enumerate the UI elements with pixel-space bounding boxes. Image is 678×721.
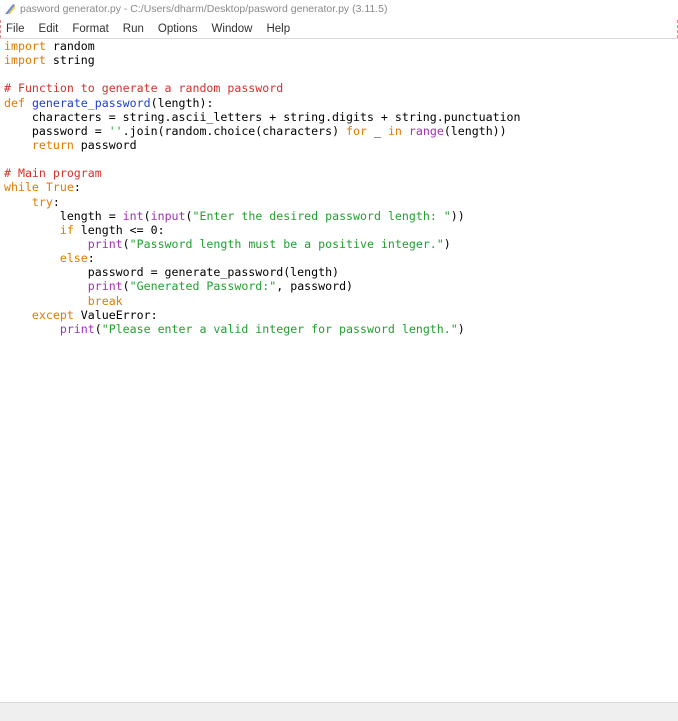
python-feather-icon bbox=[5, 4, 15, 14]
code-token: ( bbox=[143, 208, 151, 223]
code-token: def bbox=[4, 95, 25, 110]
code-token: password = bbox=[4, 123, 109, 138]
window-title: pasword generator.py - C:/Users/dharm/De… bbox=[20, 3, 388, 15]
code-line[interactable]: def generate_password(length): bbox=[4, 96, 521, 110]
code-token: (length): bbox=[150, 95, 214, 110]
menu-window[interactable]: Window bbox=[206, 23, 261, 35]
code-token: input bbox=[150, 208, 186, 223]
code-token: ValueError: bbox=[73, 307, 158, 322]
code-text[interactable]: import random import string # Function to… bbox=[4, 39, 521, 336]
code-token: for bbox=[346, 123, 367, 138]
menu-file[interactable]: File bbox=[0, 23, 33, 35]
code-token: # Function to generate a random password bbox=[4, 81, 284, 96]
code-line[interactable] bbox=[4, 152, 521, 166]
menu-bar: File Edit Format Run Options Window Help bbox=[0, 19, 678, 39]
code-line[interactable]: password = ''.join(random.choice(charact… bbox=[4, 124, 521, 138]
code-token: ) bbox=[457, 321, 465, 336]
code-token: ) bbox=[443, 236, 451, 251]
code-token: else bbox=[59, 251, 88, 266]
code-line[interactable]: password = generate_password(length) bbox=[4, 265, 521, 279]
code-token: True bbox=[45, 180, 74, 195]
code-token: ( bbox=[122, 236, 130, 251]
code-token: random bbox=[45, 39, 95, 53]
status-bar bbox=[0, 702, 678, 721]
code-token: generate_password bbox=[31, 95, 151, 110]
code-token: "Enter the desired password length: " bbox=[192, 208, 451, 223]
code-token: return bbox=[31, 137, 74, 152]
code-token: : bbox=[87, 251, 95, 266]
code-token: _ bbox=[367, 123, 388, 138]
menu-options[interactable]: Options bbox=[152, 23, 206, 35]
code-line[interactable]: import random bbox=[4, 39, 521, 53]
code-token: length <= 0: bbox=[73, 222, 165, 237]
code-token: )) bbox=[450, 208, 465, 223]
code-line[interactable]: while True: bbox=[4, 180, 521, 194]
code-token: '' bbox=[108, 123, 123, 138]
menu-edit[interactable]: Edit bbox=[33, 23, 67, 35]
code-line[interactable]: # Main program bbox=[4, 166, 521, 180]
code-line[interactable] bbox=[4, 67, 521, 81]
code-token: except bbox=[31, 307, 74, 322]
code-token: "Password length must be a positive inte… bbox=[129, 236, 444, 251]
code-token: break bbox=[87, 293, 123, 308]
code-token: ( bbox=[185, 208, 193, 223]
menu-run[interactable]: Run bbox=[117, 23, 152, 35]
code-token: in bbox=[387, 123, 402, 138]
code-token: string bbox=[45, 53, 95, 68]
code-editor[interactable]: import random import string # Function to… bbox=[0, 39, 678, 702]
menu-format[interactable]: Format bbox=[66, 23, 116, 35]
code-token: ( bbox=[122, 279, 130, 294]
code-line[interactable]: if length <= 0: bbox=[4, 223, 521, 237]
code-line[interactable]: print("Password length must be a positiv… bbox=[4, 237, 521, 251]
code-token: : bbox=[52, 194, 60, 209]
code-token: print bbox=[87, 279, 123, 294]
code-line[interactable]: except ValueError: bbox=[4, 308, 521, 322]
code-token: while bbox=[4, 180, 39, 195]
code-line[interactable]: # Function to generate a random password bbox=[4, 81, 521, 95]
code-token: password bbox=[73, 137, 137, 152]
code-token: import bbox=[4, 39, 46, 53]
code-token: password = generate_password(length) bbox=[4, 265, 340, 280]
code-token: int bbox=[122, 208, 144, 223]
title-bar: pasword generator.py - C:/Users/dharm/De… bbox=[0, 0, 678, 18]
code-token: : bbox=[73, 180, 81, 195]
code-token: "Generated Password:" bbox=[129, 279, 277, 294]
code-line[interactable]: characters = string.ascii_letters + stri… bbox=[4, 110, 521, 124]
code-line[interactable]: length = int(input("Enter the desired pa… bbox=[4, 209, 521, 223]
code-line[interactable]: return password bbox=[4, 138, 521, 152]
menu-help[interactable]: Help bbox=[260, 23, 298, 35]
code-token: import bbox=[4, 53, 46, 68]
code-line[interactable]: else: bbox=[4, 251, 521, 265]
code-token: print bbox=[59, 321, 95, 336]
code-token: ( bbox=[94, 321, 102, 336]
code-token: .join(random.choice(characters) bbox=[122, 123, 347, 138]
code-line[interactable]: print("Generated Password:", password) bbox=[4, 279, 521, 293]
code-token: length = bbox=[4, 208, 123, 223]
code-line[interactable]: print("Please enter a valid integer for … bbox=[4, 322, 521, 336]
code-line[interactable]: import string bbox=[4, 53, 521, 67]
code-line[interactable]: break bbox=[4, 294, 521, 308]
code-token: (length)) bbox=[443, 123, 507, 138]
code-token: # Main program bbox=[4, 166, 102, 181]
code-token: "Please enter a valid integer for passwo… bbox=[101, 321, 458, 336]
code-line[interactable]: try: bbox=[4, 195, 521, 209]
code-token: print bbox=[87, 236, 123, 251]
code-token: , password) bbox=[276, 279, 354, 294]
code-token: range bbox=[408, 123, 444, 138]
code-token: try bbox=[31, 194, 53, 209]
code-token: characters = string.ascii_letters + stri… bbox=[4, 109, 521, 124]
code-token: if bbox=[59, 222, 74, 237]
